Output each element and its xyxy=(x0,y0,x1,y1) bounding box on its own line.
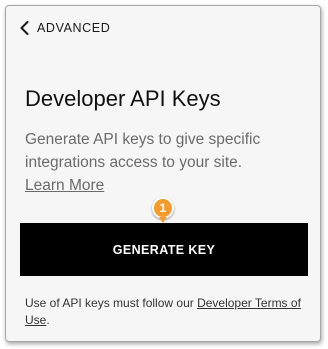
chevron-left-icon xyxy=(20,21,29,35)
page-title: Developer API Keys xyxy=(25,86,221,111)
learn-more-link[interactable]: Learn More xyxy=(25,177,104,194)
back-to-advanced-link[interactable]: ADVANCED xyxy=(20,21,110,35)
terms-notice-end: . xyxy=(46,313,50,327)
back-link-label: ADVANCED xyxy=(37,21,111,35)
api-keys-terms-notice: Use of API keys must follow our Develope… xyxy=(25,295,311,329)
step-badge-pointer xyxy=(159,217,167,223)
page-description: Generate API keys to give specific integ… xyxy=(25,128,315,197)
terms-notice-text: Use of API keys must follow our xyxy=(25,296,194,310)
description-text: Generate API keys to give specific integ… xyxy=(25,131,261,171)
developer-api-keys-panel: ADVANCED Developer API Keys Generate API… xyxy=(5,5,321,342)
step-number-badge: 1 xyxy=(152,197,174,219)
generate-key-button[interactable]: GENERATE KEY xyxy=(20,223,308,276)
